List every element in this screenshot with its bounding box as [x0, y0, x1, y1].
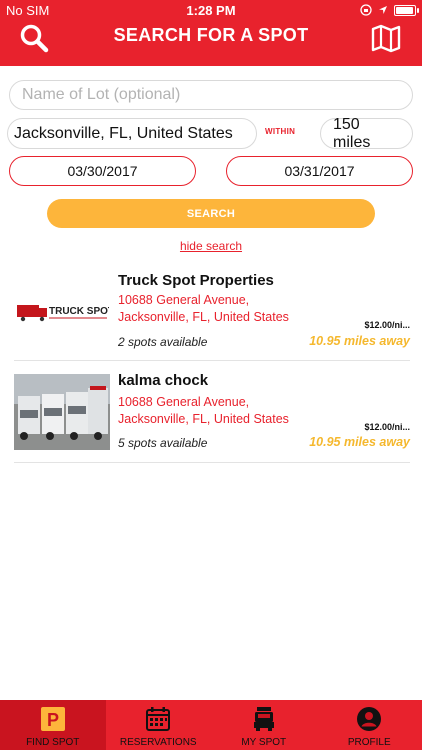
status-bar: No SIM 1:28 PM — [0, 0, 422, 22]
tab-bar: P FIND SPOT RESERVATIONS MY SPOT PROFILE — [0, 700, 422, 750]
start-date-field[interactable]: 03/30/2017 — [9, 156, 196, 186]
result-spots: 5 spots available — [118, 436, 208, 450]
divider — [14, 360, 410, 361]
status-icons — [360, 4, 419, 16]
tab-reservations[interactable]: RESERVATIONS — [106, 700, 212, 750]
tab-label: RESERVATIONS — [119, 737, 197, 748]
lot-photo — [14, 374, 110, 450]
result-price: $12.00/ni... — [364, 422, 410, 432]
result-item[interactable]: TRUCK SPOT Truck Spot Properties 10688 G… — [14, 266, 410, 360]
lot-name-input[interactable] — [9, 80, 413, 110]
svg-text:P: P — [47, 710, 59, 730]
svg-text:TRUCK SPOT: TRUCK SPOT — [49, 306, 109, 317]
hide-search-link[interactable]: hide search — [0, 239, 422, 253]
result-distance: 10.95 miles away — [309, 435, 410, 449]
end-date-field[interactable]: 03/31/2017 — [226, 156, 413, 186]
truck-spot-logo-icon: TRUCK SPOT — [17, 305, 109, 322]
result-name: Truck Spot Properties — [118, 272, 274, 289]
result-distance: 10.95 miles away — [309, 334, 410, 348]
truck-spot-logo: TRUCK SPOT — [14, 272, 110, 348]
page-title: SEARCH FOR A SPOT — [113, 25, 309, 45]
search-button[interactable]: SEARCH — [47, 199, 375, 228]
tab-profile[interactable]: PROFILE — [317, 700, 422, 750]
divider — [14, 462, 410, 463]
tab-my-spot[interactable]: MY SPOT — [211, 700, 317, 750]
result-item[interactable]: kalma chock 10688 General Avenue, Jackso… — [14, 362, 410, 462]
result-address-line2: Jacksonville, FL, United States — [118, 310, 289, 324]
header: No SIM 1:28 PM SEARCH FOR A SPOT — [0, 0, 422, 66]
tab-find-spot[interactable]: P FIND SPOT — [0, 700, 106, 750]
lock-rotation-icon — [360, 4, 372, 16]
trucks-photo-icon — [14, 374, 110, 450]
parking-icon: P — [40, 707, 65, 731]
result-price: $12.00/ni... — [364, 320, 410, 330]
clock: 1:28 PM — [186, 3, 236, 18]
tab-label: PROFILE — [347, 737, 391, 748]
user-icon — [357, 707, 382, 731]
truck-icon — [253, 707, 274, 731]
result-address-line1: 10688 General Avenue, — [118, 293, 250, 307]
result-address-line1: 10688 General Avenue, — [118, 395, 250, 409]
battery-icon — [394, 4, 419, 16]
result-spots: 2 spots available — [118, 335, 208, 349]
result-address-line2: Jacksonville, FL, United States — [118, 412, 289, 426]
location-arrow-icon — [379, 6, 387, 14]
tab-label: MY SPOT — [241, 737, 287, 748]
within-label: WITHIN — [265, 127, 296, 136]
distance-select[interactable]: 150 miles — [320, 116, 413, 151]
location-input[interactable]: Jacksonville, FL, United States — [7, 118, 257, 149]
calendar-icon — [146, 707, 171, 731]
result-name: kalma chock — [118, 372, 209, 389]
map-icon[interactable] — [370, 22, 402, 54]
screen: No SIM 1:28 PM SEARCH FOR A SPOT Jackson… — [0, 0, 422, 750]
tab-label: FIND SPOT — [26, 737, 80, 748]
